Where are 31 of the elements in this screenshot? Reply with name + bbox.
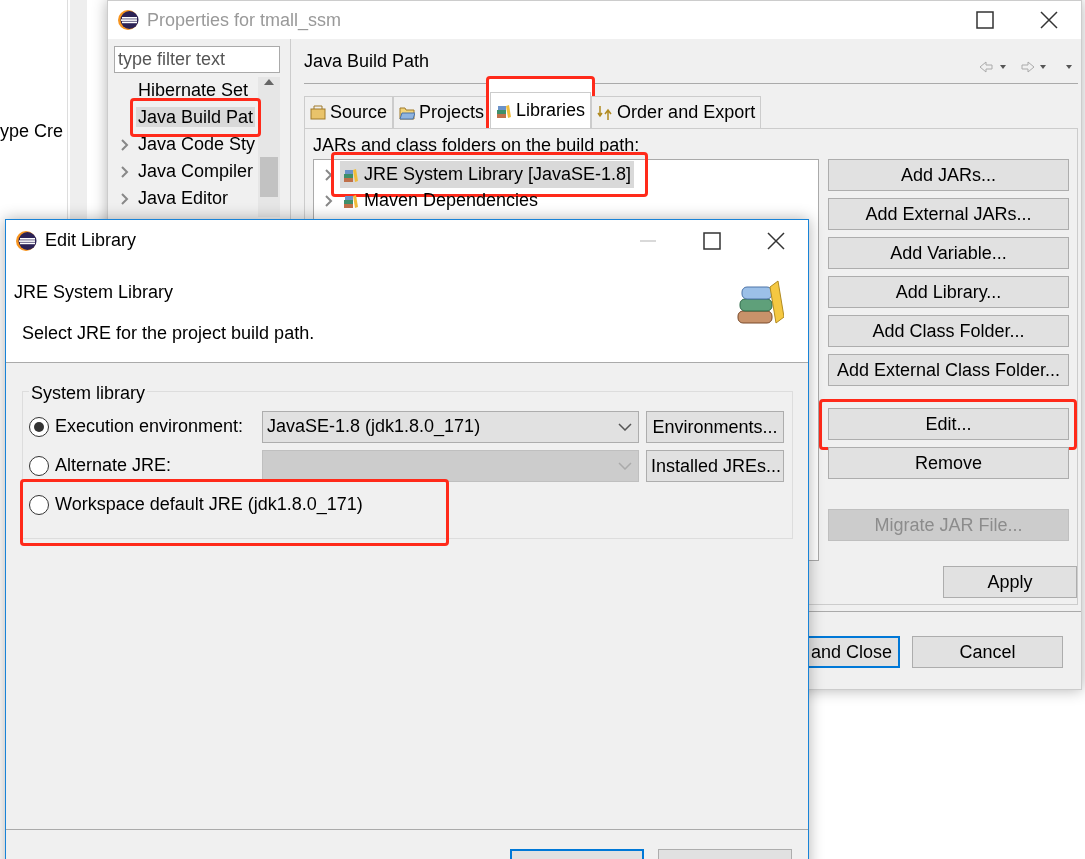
dropdown[interactable]: JavaSE-1.8 (jdk1.8.0_171) [262,410,639,443]
button[interactable]: Edit... [828,407,1069,440]
apply-button[interactable]: Apply [943,566,1077,598]
tree-item[interactable]: Java Compiler [136,159,256,184]
button[interactable]: Add Library... [828,275,1069,308]
window-title: Properties for tmall_ssm [147,8,342,33]
dialog-heading: JRE System Library [14,281,175,304]
tree-item[interactable]: Java Editor [136,186,231,211]
filter-field[interactable]: type filter text [114,46,280,73]
tree-item[interactable]: JRE System Library [JavaSE-1.8] [340,161,635,189]
radio-label[interactable]: Execution environment: [55,413,244,440]
button[interactable]: Add JARs... [828,158,1069,191]
tab[interactable]: Source [304,96,394,128]
button[interactable]: Remove [828,446,1069,479]
tree-item[interactable]: Hibernate Set [136,78,251,103]
list-label: JARs and class folders on the build path: [313,135,641,157]
editor-text: ype Cre [0,120,64,143]
button[interactable]: Add Variable... [828,236,1069,269]
button[interactable]: Cancel [912,636,1063,668]
tab[interactable]: Libraries [490,92,592,128]
button[interactable]: Add External JARs... [828,197,1069,230]
dialog-description: Select JRE for the project build path. [21,322,315,345]
radio-label[interactable]: Workspace default JRE (jdk1.8.0_171) [55,491,363,518]
button[interactable]: Environments... [646,410,784,443]
button[interactable]: Add Class Folder... [828,314,1069,347]
button[interactable]: Add External Class Folder... [828,353,1069,386]
tree-item[interactable]: Java Code Sty [136,132,258,157]
window-title: Edit Library [45,229,137,252]
tree-item[interactable]: Java Build Pat [136,107,256,127]
page-title: Java Build Path [304,50,430,73]
tab[interactable]: Order and Export [591,96,762,128]
